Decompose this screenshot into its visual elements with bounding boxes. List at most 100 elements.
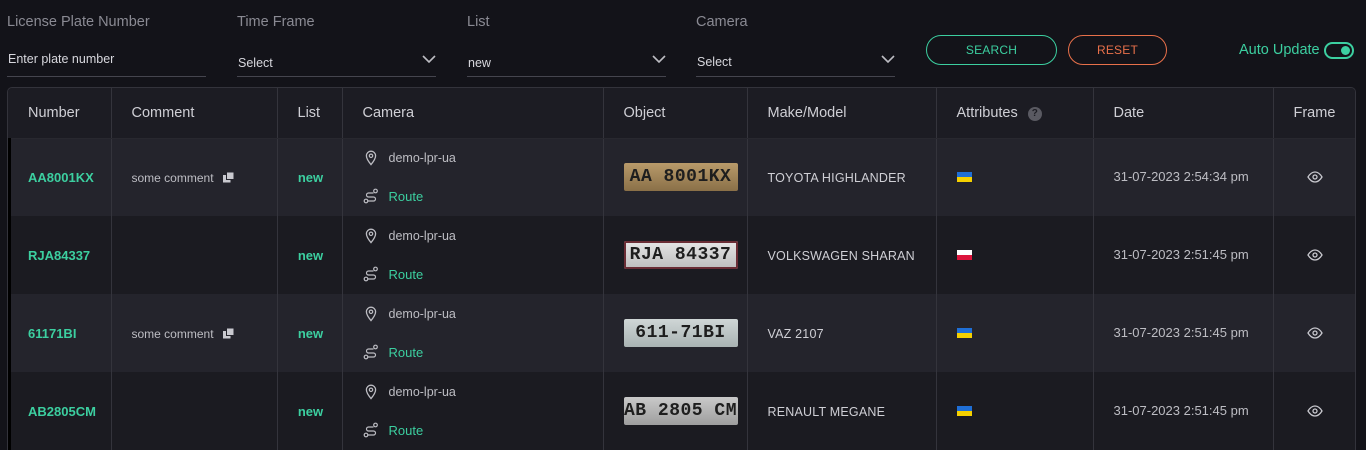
- route-icon: [363, 422, 378, 438]
- plate-image[interactable]: AA 8001KX: [623, 163, 738, 192]
- route-line[interactable]: Route: [363, 186, 603, 206]
- cell-date: 31-07-2023 2:51:45 pm: [1093, 216, 1274, 294]
- route-link[interactable]: Route: [389, 267, 424, 282]
- table-row[interactable]: AA8001KX some comment new demo-lpr-ua Ro…: [8, 138, 1355, 216]
- auto-update-toggle[interactable]: [1323, 41, 1354, 59]
- cell-camera: demo-lpr-ua Route: [342, 294, 604, 372]
- eye-icon[interactable]: [1307, 171, 1324, 183]
- location-pin-icon: [365, 384, 376, 400]
- cell-comment: some comment: [111, 138, 278, 216]
- help-icon[interactable]: ?: [1027, 106, 1042, 121]
- location-pin-icon: [365, 306, 376, 322]
- cell-object: AB 2805 CM: [603, 372, 748, 450]
- cell-list: new: [277, 138, 343, 216]
- cell-make-model: VAZ 2107: [747, 294, 937, 372]
- plate-filter: License Plate Number: [7, 13, 206, 77]
- copy-icon[interactable]: [222, 328, 234, 339]
- plate-number-link[interactable]: AA8001KX: [28, 170, 94, 185]
- date: 31-07-2023 2:51:45 pm: [1113, 247, 1249, 262]
- header-object[interactable]: Object: [603, 88, 748, 139]
- route-icon: [363, 266, 378, 282]
- header-comment[interactable]: Comment: [111, 88, 278, 139]
- auto-update: Auto Update: [1239, 41, 1354, 59]
- copy-icon[interactable]: [222, 172, 234, 183]
- cell-number: AB2805CM: [8, 372, 112, 450]
- header-number[interactable]: Number: [8, 88, 112, 139]
- make-model: VOLKSWAGEN SHARAN: [767, 248, 915, 263]
- route-icon: [363, 344, 378, 360]
- cell-attributes: [936, 372, 1094, 450]
- eye-icon[interactable]: [1307, 249, 1324, 261]
- camera-name: demo-lpr-ua: [388, 385, 456, 399]
- plate-number-link[interactable]: 61171BI: [28, 326, 76, 341]
- make-model: TOYOTA HIGHLANDER: [767, 170, 906, 185]
- plate-number-input[interactable]: [7, 42, 206, 76]
- cell-camera: demo-lpr-ua Route: [342, 372, 604, 450]
- route-line[interactable]: Route: [363, 264, 603, 284]
- cell-comment: [111, 216, 278, 294]
- plate-image-text: AA 8001KX: [629, 167, 732, 188]
- eye-icon[interactable]: [1307, 405, 1324, 417]
- table-body: AA8001KX some comment new demo-lpr-ua Ro…: [8, 138, 1355, 450]
- route-line[interactable]: Route: [363, 420, 603, 440]
- list-select[interactable]: new: [467, 42, 666, 77]
- header-make-model[interactable]: Make/Model: [747, 88, 937, 139]
- cell-object: AA 8001KX: [603, 138, 748, 216]
- route-link[interactable]: Route: [389, 189, 424, 204]
- header-camera[interactable]: Camera: [342, 88, 604, 139]
- location-pin-icon: [365, 228, 376, 244]
- cell-list: new: [277, 216, 343, 294]
- list-filter: List new: [467, 13, 666, 77]
- header-attributes[interactable]: Attributes?: [936, 88, 1094, 139]
- cell-attributes: [936, 294, 1094, 372]
- plate-number-link[interactable]: AB2805CM: [28, 404, 96, 419]
- plate-number-link[interactable]: RJA84337: [28, 248, 90, 263]
- header-list[interactable]: List: [277, 88, 343, 139]
- time-frame-select[interactable]: Select: [237, 42, 436, 77]
- plate-image[interactable]: AB 2805 CM: [623, 397, 738, 425]
- search-button[interactable]: SEARCH: [926, 35, 1057, 65]
- camera-select[interactable]: Select: [696, 42, 895, 77]
- header-date[interactable]: Date: [1093, 88, 1274, 139]
- plate-image[interactable]: 611-71BI: [623, 319, 738, 347]
- eye-icon[interactable]: [1307, 327, 1324, 339]
- header-frame[interactable]: Frame: [1273, 88, 1355, 139]
- make-model: VAZ 2107: [767, 326, 824, 341]
- header-attributes-label: Attributes: [956, 104, 1018, 121]
- time-frame-label: Time Frame: [237, 14, 315, 30]
- route-link[interactable]: Route: [389, 423, 424, 438]
- chevron-down-icon: [652, 55, 666, 64]
- auto-update-label: Auto Update: [1239, 42, 1320, 58]
- route-icon: [363, 188, 378, 204]
- cell-number: 61171BI: [8, 294, 112, 372]
- comment: some comment: [132, 171, 234, 185]
- cell-attributes: [936, 216, 1094, 294]
- cell-make-model: RENAULT MEGANE: [747, 372, 937, 450]
- list-value: new: [297, 325, 324, 341]
- table-row[interactable]: AB2805CM new demo-lpr-ua Route AB 2805 C…: [8, 372, 1355, 450]
- list-value: new: [297, 403, 324, 419]
- cell-list: new: [277, 372, 343, 450]
- filter-bar: License Plate Number Time Frame Select L…: [0, 0, 1366, 80]
- ua-flag: [956, 406, 972, 416]
- plate-image-text: AB 2805 CM: [623, 401, 738, 421]
- plate-image-text: 611-71BI: [635, 323, 726, 343]
- table-row[interactable]: RJA84337 new demo-lpr-ua Route RJA 84337…: [8, 216, 1355, 294]
- toggle-knob: [1340, 45, 1350, 55]
- plate-filter-label: License Plate Number: [7, 14, 150, 30]
- plate-image[interactable]: RJA 84337: [623, 241, 738, 269]
- cell-camera: demo-lpr-ua Route: [342, 138, 604, 216]
- list-filter-value: new: [468, 56, 491, 70]
- results-grid: Number Comment List Camera Object Make/M…: [8, 88, 1355, 450]
- route-line[interactable]: Route: [363, 342, 603, 362]
- cell-comment: [111, 372, 278, 450]
- list-value: new: [297, 169, 324, 185]
- cell-frame: [1273, 294, 1355, 372]
- table-row[interactable]: 61171BI some comment new demo-lpr-ua Rou…: [8, 294, 1355, 372]
- row-accent-bar: [8, 138, 11, 450]
- route-link[interactable]: Route: [389, 345, 424, 360]
- date: 31-07-2023 2:51:45 pm: [1113, 403, 1249, 418]
- plate-image-text: RJA 84337: [629, 245, 732, 265]
- ua-flag: [956, 328, 972, 338]
- reset-button[interactable]: RESET: [1068, 35, 1167, 65]
